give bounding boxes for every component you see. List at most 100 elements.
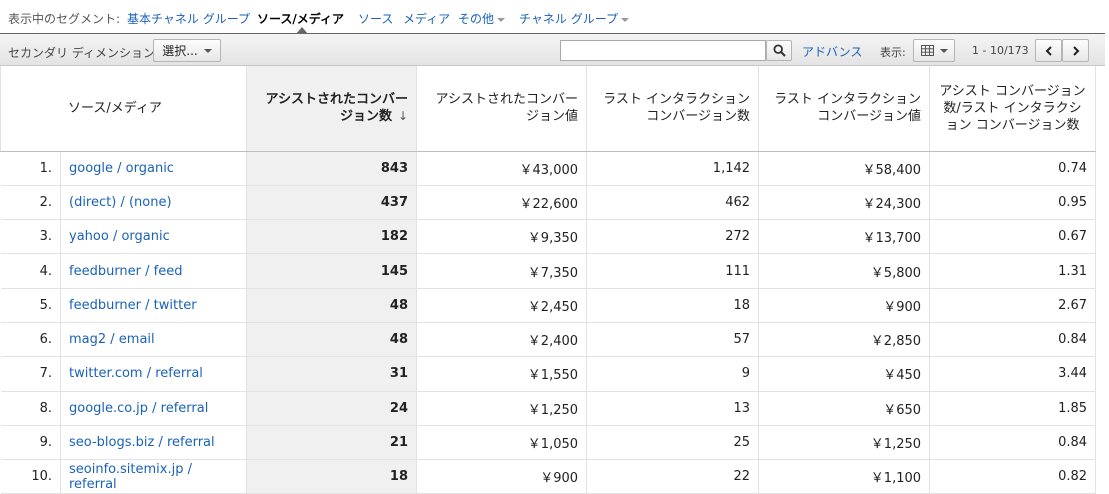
table-toolbar: セカンダリ ディメンション: 選択... アドバンス 表示: 1 - 10/17… [0,34,1105,66]
segment-option-other[interactable]: その他 [458,10,506,27]
row-dimension-cell: feedburner / twitter [59,287,248,323]
cell-assisted-conversion-value: ￥43,000 [416,150,588,186]
row-dimension-cell: seoinfo.sitemix.jp / referral [59,459,248,494]
cell-assisted-conversions: 48 [246,321,418,358]
cell-last-interaction-conversions: 18 [586,287,760,323]
row-dimension-cell: (direct) / (none) [59,184,248,221]
table-row: 6. mag2 / email 48 ￥2,400 57 ￥2,850 0.84 [0,321,1101,358]
row-source-medium-link[interactable]: feedburner / feed [69,264,182,279]
row-source-medium-link[interactable]: google / organic [69,161,174,176]
cell-last-interaction-conversion-value: ￥5,800 [758,253,931,289]
segment-option-medium[interactable]: メディア [403,10,450,27]
cell-assisted-conversions: 48 [246,287,418,323]
row-index: 8. [0,390,61,426]
cell-assisted-conversion-value: ￥1,050 [416,424,588,461]
previous-page-button[interactable] [1035,39,1062,62]
data-table-container: ソース/メディア アシストされたコンバージョン数 ↓ アシストされたコンバージョン… [0,66,1105,494]
cell-assisted-conversion-value: ￥22,600 [416,184,588,221]
row-gap [1096,220,1101,254]
cell-assisted-conversion-value: ￥2,450 [416,287,588,323]
cell-last-interaction-conversions: 111 [586,253,760,289]
secondary-dimension-select-button[interactable]: 選択... [153,39,221,62]
sort-descending-icon: ↓ [397,109,409,124]
cell-last-interaction-conversions: 272 [586,219,760,255]
chevron-down-icon [497,17,506,22]
row-gap [1096,357,1101,391]
secondary-dimension-label: セカンダリ ディメンション: [8,46,160,60]
display-label: 表示: [880,46,906,59]
cell-last-interaction-conversions: 13 [586,390,760,426]
cell-assisted-conversion-value: ￥1,250 [416,390,588,426]
cell-last-interaction-conversion-value: ￥58,400 [758,150,931,186]
header-assisted-conversion-value[interactable]: アシストされたコンバージョン値 [416,66,588,152]
data-table: ソース/メディア アシストされたコンバージョン数 ↓ アシストされたコンバージョン… [0,66,1101,494]
row-gap [1096,425,1101,459]
row-gap [1096,460,1101,494]
cell-ratio: 1.31 [929,253,1097,289]
cell-last-interaction-conversion-value: ￥24,300 [758,184,931,221]
row-dimension-cell: mag2 / email [59,321,248,358]
segment-option-source-medium[interactable]: ソース/メディア [257,10,344,27]
cell-assisted-conversion-value: ￥9,350 [416,219,588,255]
cell-last-interaction-conversions: 462 [586,184,760,221]
row-source-medium-link[interactable]: yahoo / organic [69,229,170,244]
table-search-input[interactable] [560,40,766,61]
chevron-left-icon [1045,45,1052,56]
table-body: 1. google / organic 843 ￥43,000 1,142 ￥5… [0,150,1101,494]
header-assisted-conversions[interactable]: アシストされたコンバージョン数 ↓ [246,66,418,152]
row-source-medium-link[interactable]: seo-blogs.biz / referral [69,435,215,450]
row-dimension-cell: feedburner / feed [59,253,248,289]
row-index: 10. [0,459,61,494]
row-index: 5. [0,287,61,323]
magnifier-icon [772,44,786,57]
cell-last-interaction-conversion-value: ￥900 [758,287,931,323]
row-source-medium-link[interactable]: (direct) / (none) [69,195,172,210]
row-gap [1096,391,1101,425]
table-row: 7. twitter.com / referral 31 ￥1,550 9 ￥4… [0,356,1101,392]
table-row: 1. google / organic 843 ￥43,000 1,142 ￥5… [0,150,1101,186]
header-last-interaction-conversions[interactable]: ラスト インタラクション コンバージョン数 [586,66,760,152]
cell-assisted-conversion-value: ￥900 [416,459,588,494]
row-dimension-cell: seo-blogs.biz / referral [59,424,248,461]
cell-last-interaction-conversions: 57 [586,321,760,358]
cell-assisted-conversion-value: ￥1,550 [416,356,588,392]
search-button[interactable] [766,40,792,61]
row-gap [1096,151,1101,185]
cell-last-interaction-conversion-value: ￥1,100 [758,459,931,494]
table-row: 3. yahoo / organic 182 ￥9,350 272 ￥13,70… [0,219,1101,255]
table-header-row: ソース/メディア アシストされたコンバージョン数 ↓ アシストされたコンバージョン… [0,66,1101,152]
next-page-button[interactable] [1062,39,1089,62]
advanced-filter-link[interactable]: アドバンス [802,43,862,60]
cell-ratio: 0.67 [929,219,1097,255]
cell-assisted-conversion-value: ￥2,400 [416,321,588,358]
cell-ratio: 0.82 [929,459,1097,494]
row-gap [1096,185,1101,219]
row-index: 6. [0,321,61,358]
row-source-medium-link[interactable]: google.co.jp / referral [69,401,208,416]
chevron-down-icon [620,17,629,22]
row-source-medium-link[interactable]: feedburner / twitter [69,298,197,313]
table-row: 4. feedburner / feed 145 ￥7,350 111 ￥5,8… [0,253,1101,289]
cell-assisted-conversions: 843 [246,150,418,186]
row-index: 7. [0,356,61,392]
cell-ratio: 2.67 [929,287,1097,323]
header-source-medium[interactable]: ソース/メディア [0,66,248,152]
cell-assisted-conversions: 21 [246,424,418,461]
row-dimension-cell: google / organic [59,150,248,186]
segment-label: 表示中のセグメント: [8,12,121,26]
cell-ratio: 0.74 [929,150,1097,186]
cell-assisted-conversion-value: ￥7,350 [416,253,588,289]
select-button-label: 選択... [162,44,198,58]
segment-option-source[interactable]: ソース [358,10,393,27]
view-toggle-button[interactable] [913,39,955,62]
row-source-medium-link[interactable]: twitter.com / referral [69,366,203,381]
header-gap [1096,66,1101,151]
cell-assisted-conversions: 18 [246,459,418,494]
header-last-interaction-conversion-value[interactable]: ラスト インタラクション コンバージョン値 [758,66,931,152]
segment-option-channel-group[interactable]: チャネル グループ [519,10,629,27]
header-assisted-last-ratio[interactable]: アシスト コンバージョン数/ラスト インタラクション コンバージョン数 [929,66,1097,152]
row-source-medium-link[interactable]: seoinfo.sitemix.jp / referral [69,462,192,492]
chevron-down-icon [939,48,948,53]
row-source-medium-link[interactable]: mag2 / email [69,332,155,347]
segment-option-default-channel-group[interactable]: 基本チャネル グループ [127,10,250,27]
